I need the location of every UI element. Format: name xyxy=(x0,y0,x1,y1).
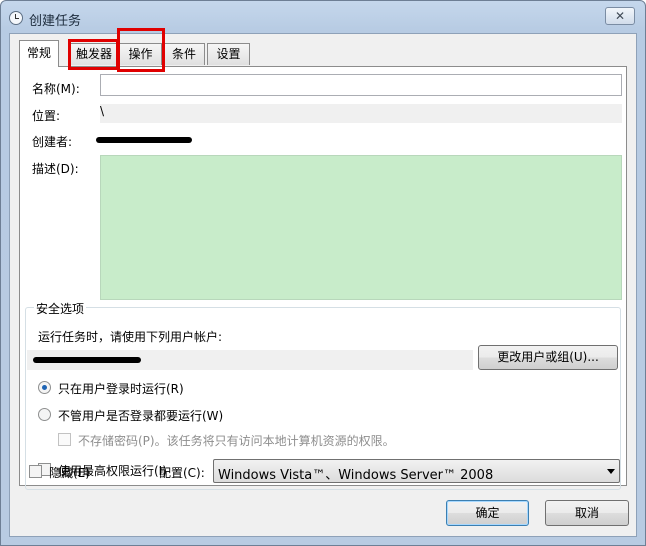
run-as-user-redacted xyxy=(33,357,141,363)
create-task-dialog: 创建任务 ✕ 常规 触发器 操作 条件 设置 名称(M): 位置: \ 创建者:… xyxy=(0,0,646,546)
cancel-button[interactable]: 取消 xyxy=(545,500,629,526)
dropdown-arrow-icon xyxy=(607,469,615,474)
run-as-user-field xyxy=(27,350,473,370)
hidden-label: 隐藏(E) xyxy=(49,466,90,480)
close-button[interactable]: ✕ xyxy=(605,7,635,25)
title-bar[interactable]: 创建任务 ✕ xyxy=(1,1,645,33)
hidden-checkbox[interactable] xyxy=(29,465,42,478)
configure-label: 配置(C): xyxy=(159,466,205,480)
author-value-redacted xyxy=(96,137,192,143)
dialog-body: 常规 触发器 操作 条件 设置 名称(M): 位置: \ 创建者: 描述(D):… xyxy=(9,28,637,537)
radio-run-only-logged-on-label: 只在用户登录时运行(R) xyxy=(58,382,184,396)
tab-settings[interactable]: 设置 xyxy=(207,43,250,65)
security-group-title: 安全选项 xyxy=(34,300,87,317)
actions-tab-highlight xyxy=(117,28,165,72)
general-tab-panel: 名称(M): 位置: \ 创建者: 描述(D): 安全选项 运行任务时，请使用下… xyxy=(19,66,627,490)
window-title: 创建任务 xyxy=(29,14,82,29)
tab-conditions[interactable]: 条件 xyxy=(163,43,205,65)
no-store-password-label: 不存储密码(P)。该任务将只有访问本地计算机资源的权限。 xyxy=(78,434,395,448)
no-store-password-checkbox[interactable] xyxy=(58,433,71,446)
change-user-button[interactable]: 更改用户或组(U)... xyxy=(478,345,618,370)
configure-for-select[interactable]: Windows Vista™、Windows Server™ 2008 xyxy=(213,459,620,483)
configure-for-value: Windows Vista™、Windows Server™ 2008 xyxy=(218,468,494,483)
description-input[interactable] xyxy=(100,155,622,300)
ok-button[interactable]: 确定 xyxy=(446,500,529,526)
name-input[interactable] xyxy=(100,74,622,96)
triggers-tab-highlight xyxy=(68,39,119,70)
radio-run-only-logged-on[interactable] xyxy=(38,381,51,394)
tab-general[interactable]: 常规 xyxy=(19,40,59,67)
description-label: 描述(D): xyxy=(32,162,79,176)
run-as-prompt: 运行任务时，请使用下列用户帐户: xyxy=(38,330,223,344)
radio-run-whether-logged-on[interactable] xyxy=(38,408,51,421)
radio-run-whether-logged-on-label: 不管用户是否登录都要运行(W) xyxy=(58,409,224,423)
name-label: 名称(M): xyxy=(32,82,80,96)
clock-icon xyxy=(9,11,23,25)
location-value: \ xyxy=(100,104,105,118)
location-field: \ xyxy=(100,104,622,123)
location-label: 位置: xyxy=(32,109,61,123)
author-label: 创建者: xyxy=(32,135,73,149)
